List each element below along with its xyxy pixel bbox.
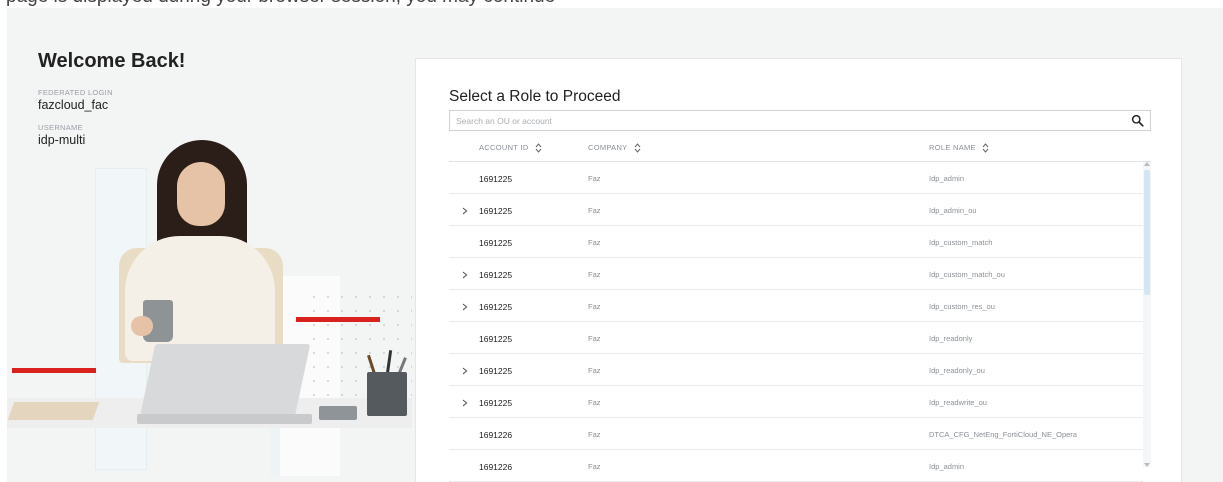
chevron-right-icon[interactable] <box>462 207 468 215</box>
username-label: USERNAME <box>38 123 83 132</box>
account-id-cell: 1691225 <box>479 270 513 280</box>
account-id-cell: 1691225 <box>479 366 513 376</box>
company-cell: Faz <box>588 206 601 215</box>
company-cell: Faz <box>588 334 601 343</box>
account-id-cell: 1691225 <box>479 334 513 344</box>
table-row[interactable]: 1691225 Faz Idp_custom_res_ou <box>449 290 1143 322</box>
chevron-right-icon[interactable] <box>462 271 468 279</box>
account-id-cell: 1691226 <box>479 430 513 440</box>
table-row[interactable]: 1691226 Faz DTCA_CFG_NetEng_FortiCloud_N… <box>449 418 1143 450</box>
role-name-cell: Idp_readwrite_ou <box>929 398 987 407</box>
account-id-cell: 1691225 <box>479 398 513 408</box>
sort-icon[interactable] <box>982 143 989 153</box>
column-header-company[interactable]: COMPANY <box>588 143 641 153</box>
scroll-down-arrow[interactable] <box>1144 463 1150 467</box>
column-header-label: ACCOUNT ID <box>479 143 529 152</box>
papers <box>7 402 100 420</box>
role-name-cell: Idp_readonly_ou <box>929 366 985 375</box>
laptop-base <box>137 414 312 424</box>
table-row[interactable]: 1691225 Faz Idp_custom_match <box>449 226 1143 258</box>
table-row[interactable]: 1691225 Faz Idp_custom_match_ou <box>449 258 1143 290</box>
phone <box>319 406 357 420</box>
company-cell: Faz <box>588 270 601 279</box>
company-cell: Faz <box>588 238 601 247</box>
scroll-thumb[interactable] <box>1144 170 1150 295</box>
role-name-cell: Idp_custom_match <box>929 238 993 247</box>
laptop-screen <box>138 344 311 422</box>
federated-login-value: fazcloud_fac <box>38 98 109 112</box>
chevron-right-icon[interactable] <box>462 303 468 311</box>
accent-line-right <box>296 317 380 322</box>
account-id-cell: 1691226 <box>479 462 513 472</box>
table-row[interactable]: 1691225 Faz Idp_readonly <box>449 322 1143 354</box>
role-name-cell: Idp_admin <box>929 174 965 183</box>
panel-title: Select a Role to Proceed <box>449 88 621 105</box>
table-row[interactable]: 1691225 Faz Idp_admin <box>449 162 1143 194</box>
role-name-cell: Idp_admin <box>929 462 965 471</box>
chevron-right-icon[interactable] <box>462 367 468 375</box>
search-icon[interactable] <box>1131 114 1144 127</box>
account-id-cell: 1691225 <box>479 302 513 312</box>
company-cell: Faz <box>588 398 601 407</box>
company-cell: Faz <box>588 302 601 311</box>
role-name-cell: Idp_custom_match_ou <box>929 270 1005 279</box>
scroll-up-arrow[interactable] <box>1144 162 1150 166</box>
account-id-cell: 1691225 <box>479 238 513 248</box>
role-name-cell: Idp_custom_res_ou <box>929 302 995 311</box>
table-row[interactable]: 1691225 Faz Idp_admin_ou <box>449 194 1143 226</box>
federated-login-label: FEDERATED LOGIN <box>38 88 113 97</box>
column-header-role-name[interactable]: ROLE NAME <box>929 143 989 153</box>
company-cell: Faz <box>588 366 601 375</box>
person-hand <box>131 316 153 336</box>
role-selection-panel: Select a Role to Proceed ACCOUNT ID COMP… <box>415 58 1182 482</box>
column-header-label: ROLE NAME <box>929 143 976 152</box>
sort-icon[interactable] <box>535 143 542 153</box>
top-partial-banner: page is displayed during your browser se… <box>0 0 1223 8</box>
role-name-cell: Idp_readonly <box>929 334 973 343</box>
search-input[interactable] <box>450 111 1116 130</box>
hero-illustration <box>7 140 412 482</box>
pen-holder <box>367 372 407 416</box>
column-header-label: COMPANY <box>588 143 628 152</box>
company-cell: Faz <box>588 174 601 183</box>
column-header-account-id[interactable]: ACCOUNT ID <box>479 143 542 153</box>
sort-icon[interactable] <box>634 143 641 153</box>
role-name-cell: DTCA_CFG_NetEng_FortiCloud_NE_Opera <box>929 430 1077 439</box>
account-id-cell: 1691225 <box>479 206 513 216</box>
chevron-right-icon[interactable] <box>462 399 468 407</box>
table-row[interactable]: 1691225 Faz Idp_readonly_ou <box>449 354 1143 386</box>
accent-line-left <box>12 368 96 373</box>
left-edge <box>0 0 7 482</box>
person-face <box>177 162 225 226</box>
table-body: 1691225 Faz Idp_admin 1691225 Faz Idp_ad… <box>449 162 1143 482</box>
top-partial-text: page is displayed during your browser se… <box>6 0 555 8</box>
account-id-cell: 1691225 <box>479 174 513 184</box>
company-cell: Faz <box>588 462 601 471</box>
table-row[interactable]: 1691226 Faz Idp_admin <box>449 450 1143 482</box>
table-row[interactable]: 1691225 Faz Idp_readwrite_ou <box>449 386 1143 418</box>
table-header: ACCOUNT ID COMPANY ROLE NAME <box>449 139 1151 162</box>
role-name-cell: Idp_admin_ou <box>929 206 977 215</box>
table-scrollbar[interactable] <box>1143 162 1151 467</box>
welcome-title: Welcome Back! <box>38 50 186 72</box>
company-cell: Faz <box>588 430 601 439</box>
person-body <box>125 236 275 361</box>
search-box[interactable] <box>449 110 1151 131</box>
